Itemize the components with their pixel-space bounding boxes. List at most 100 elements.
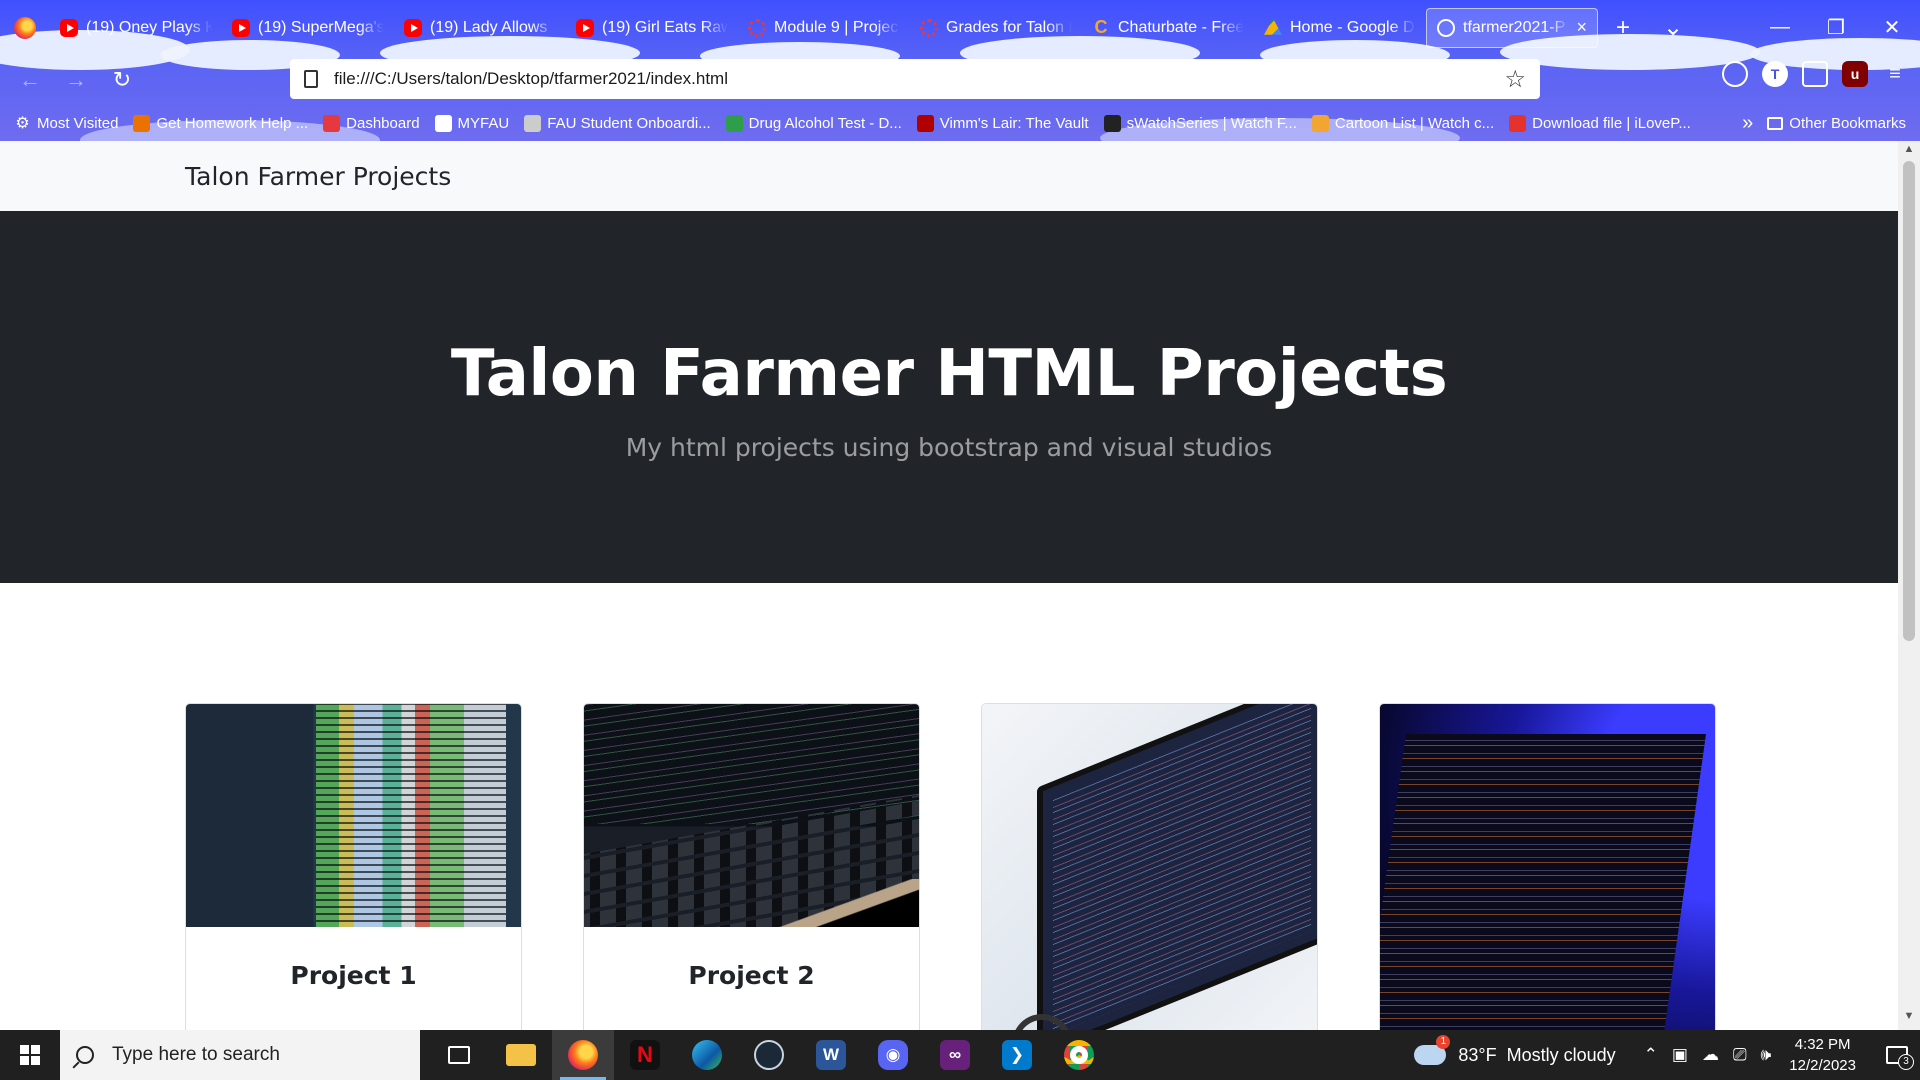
myfau-icon xyxy=(434,114,452,132)
chrome-button[interactable] xyxy=(1048,1030,1110,1080)
scroll-down-icon[interactable]: ▼ xyxy=(1898,1010,1920,1028)
account-avatar[interactable]: T xyxy=(1762,61,1788,87)
bookmark-item[interactable]: Download file | iLoveP... xyxy=(1509,114,1691,132)
volume-icon[interactable]: 🕪 xyxy=(1761,1045,1772,1065)
meet-now-icon[interactable]: ▣ xyxy=(1672,1045,1688,1065)
taskbar-search[interactable]: Type here to search xyxy=(60,1030,420,1080)
word-icon: W xyxy=(816,1040,846,1070)
browser-tab[interactable]: (19) Oney Plays K xyxy=(50,8,222,48)
browser-tab[interactable]: C Chaturbate - Free xyxy=(1082,8,1254,48)
ublock-icon[interactable]: u xyxy=(1842,61,1868,87)
notification-center-button[interactable]: 3 xyxy=(1874,1030,1920,1080)
task-view-button[interactable] xyxy=(428,1030,490,1080)
weather-widget[interactable]: 83°F Mostly cloudy xyxy=(1414,1035,1616,1066)
browser-tab[interactable]: (19) Girl Eats Raw xyxy=(566,8,738,48)
file-explorer-button[interactable] xyxy=(490,1030,552,1080)
steam-button[interactable] xyxy=(738,1030,800,1080)
file-explorer-icon xyxy=(506,1044,536,1066)
network-icon[interactable]: ⎚ xyxy=(1733,1045,1747,1065)
vscode-button[interactable]: ❯ xyxy=(986,1030,1048,1080)
tab-strip: (19) Oney Plays K (19) SuperMega's (19) La… xyxy=(50,7,1598,48)
list-all-tabs-button[interactable]: ⌄ xyxy=(1648,8,1698,48)
bookmark-label: FAU Student Onboardi... xyxy=(547,114,711,132)
clock-date: 12/2/2023 xyxy=(1789,1057,1856,1074)
tab-title: tfarmer2021-P xyxy=(1463,18,1566,36)
extensions: T u ≡ xyxy=(1722,61,1908,87)
browser-tab[interactable]: Grades for Talon F xyxy=(910,8,1082,48)
project-card-4[interactable] xyxy=(1379,703,1716,1030)
scroll-up-icon[interactable]: ▲ xyxy=(1898,143,1920,161)
forward-button[interactable]: → xyxy=(56,60,96,100)
discord-button[interactable]: ◉ xyxy=(862,1030,924,1080)
firefox-icon xyxy=(568,1040,598,1070)
scrollbar-thumb[interactable] xyxy=(1903,161,1915,641)
other-bookmarks-button[interactable]: Other Bookmarks xyxy=(1767,115,1906,132)
monitor-code-image xyxy=(982,704,1317,1030)
system-tray: 83°F Mostly cloudy ⌃ ▣ ☁ ⎚ 🕪 4:32 PM 12/… xyxy=(1414,1030,1920,1080)
firefox-menu-button[interactable] xyxy=(0,0,50,55)
project-card-3[interactable] xyxy=(981,703,1318,1030)
firefox-taskbar-button[interactable] xyxy=(552,1030,614,1080)
browser-chrome: (19) Oney Plays K (19) SuperMega's (19) La… xyxy=(0,0,1920,141)
chrome-icon xyxy=(1064,1040,1094,1070)
project-card-1[interactable]: Project 1 xyxy=(185,703,522,1030)
chevron-up-icon[interactable]: ⌃ xyxy=(1644,1045,1658,1065)
bookmarks-list: ⚙ Most Visited Get Homework Help ... Dashbo… xyxy=(14,114,1706,133)
page-scrollbar[interactable]: ▲ ▼ xyxy=(1898,141,1920,1030)
tab-title: Home - Google D xyxy=(1290,18,1415,36)
reload-button[interactable]: ↻ xyxy=(102,60,142,100)
onedrive-icon[interactable]: ☁ xyxy=(1702,1045,1719,1065)
project-cards: Project 1 Project 2 xyxy=(185,703,1716,1030)
bookmark-item[interactable]: FAU Student Onboardi... xyxy=(524,114,711,132)
bookmark-item[interactable]: Get Homework Help ... xyxy=(133,114,308,132)
browser-tab[interactable]: (19) Lady Allows xyxy=(394,8,566,48)
hero-section: Talon Farmer HTML Projects My html proje… xyxy=(0,211,1898,583)
bookmark-item[interactable]: ⚙ Most Visited xyxy=(14,115,118,133)
screen: (19) Oney Plays K (19) SuperMega's (19) La… xyxy=(0,0,1920,1080)
pocket-icon[interactable] xyxy=(1722,61,1748,87)
new-tab-button[interactable]: + xyxy=(1598,8,1648,48)
start-button[interactable] xyxy=(0,1030,60,1080)
bookmark-item[interactable]: Cartoon List | Watch c... xyxy=(1311,114,1494,132)
tab-title: Chaturbate - Free xyxy=(1118,18,1244,36)
bookmark-item[interactable]: Vimm's Lair: The Vault xyxy=(916,114,1089,132)
back-button[interactable]: ← xyxy=(10,60,50,100)
clock[interactable]: 4:32 PM 12/2/2023 xyxy=(1789,1034,1856,1076)
close-tab-icon[interactable]: × xyxy=(1576,17,1587,38)
bookmark-item[interactable]: Drug Alcohol Test - D... xyxy=(725,114,902,132)
visual-studio-button[interactable]: ∞ xyxy=(924,1030,986,1080)
bookmark-item[interactable]: MYFAU xyxy=(434,114,509,132)
bookmark-star-icon[interactable]: ☆ xyxy=(1504,65,1526,94)
edge-button[interactable] xyxy=(676,1030,738,1080)
flag-icon xyxy=(725,114,743,132)
project-card-2[interactable]: Project 2 xyxy=(583,703,920,1030)
netflix-button[interactable]: N xyxy=(614,1030,676,1080)
forward-arrow-icon: → xyxy=(65,67,87,92)
url-text[interactable]: file:///C:/Users/talon/Desktop/tfarmer20… xyxy=(334,69,1504,89)
folder-icon xyxy=(1767,116,1784,130)
bookmark-item[interactable]: sWatchSeries | Watch F... xyxy=(1103,114,1297,132)
browser-tab[interactable]: (19) SuperMega's xyxy=(222,8,394,48)
maximize-button[interactable]: ❐ xyxy=(1808,0,1864,55)
word-button[interactable]: W xyxy=(800,1030,862,1080)
hamburger-menu-icon[interactable]: ≡ xyxy=(1882,61,1908,87)
code-editor-image xyxy=(186,704,521,927)
visual-studio-icon: ∞ xyxy=(940,1040,970,1070)
address-bar[interactable]: file:///C:/Users/talon/Desktop/tfarmer20… xyxy=(290,59,1540,99)
chevron-down-icon: ⌄ xyxy=(1662,14,1684,41)
browser-tab[interactable]: Home - Google D xyxy=(1254,8,1426,48)
browser-tab[interactable]: tfarmer2021-P × xyxy=(1426,7,1598,48)
page-viewport: Talon Farmer Projects Talon Farmer HTML … xyxy=(0,141,1898,1030)
close-window-button[interactable]: ✕ xyxy=(1864,0,1920,55)
google-drive-icon xyxy=(1264,18,1282,35)
card-title: Project 1 xyxy=(290,961,417,990)
bookmarks-overflow-button[interactable]: » xyxy=(1742,112,1753,135)
browser-tab[interactable]: Module 9 | Projec xyxy=(738,8,910,48)
tab-bar: (19) Oney Plays K (19) SuperMega's (19) La… xyxy=(0,0,1920,55)
weather-desc: Mostly cloudy xyxy=(1506,1044,1616,1065)
extensions-puzzle-icon[interactable] xyxy=(1802,61,1828,87)
clock-time: 4:32 PM xyxy=(1794,1036,1851,1053)
bookmark-item[interactable]: Dashboard xyxy=(323,114,420,132)
navbar-brand[interactable]: Talon Farmer Projects xyxy=(185,162,451,191)
minimize-button[interactable]: — xyxy=(1752,0,1808,55)
